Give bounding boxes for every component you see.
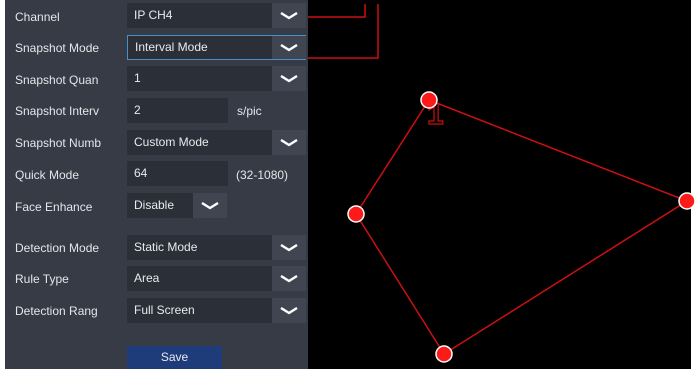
zone-vertex-handle[interactable]: [435, 345, 453, 363]
detection-zone-overlay: 1: [308, 4, 696, 363]
mode-connector-line: [308, 4, 379, 59]
channel-connector-line: [308, 4, 366, 18]
zone-vertex-handle[interactable]: [420, 91, 438, 109]
detection-zone-polygon: [355, 99, 689, 356]
zone-vertex-handle[interactable]: [678, 192, 696, 210]
zone-vertex-handle[interactable]: [347, 205, 365, 223]
